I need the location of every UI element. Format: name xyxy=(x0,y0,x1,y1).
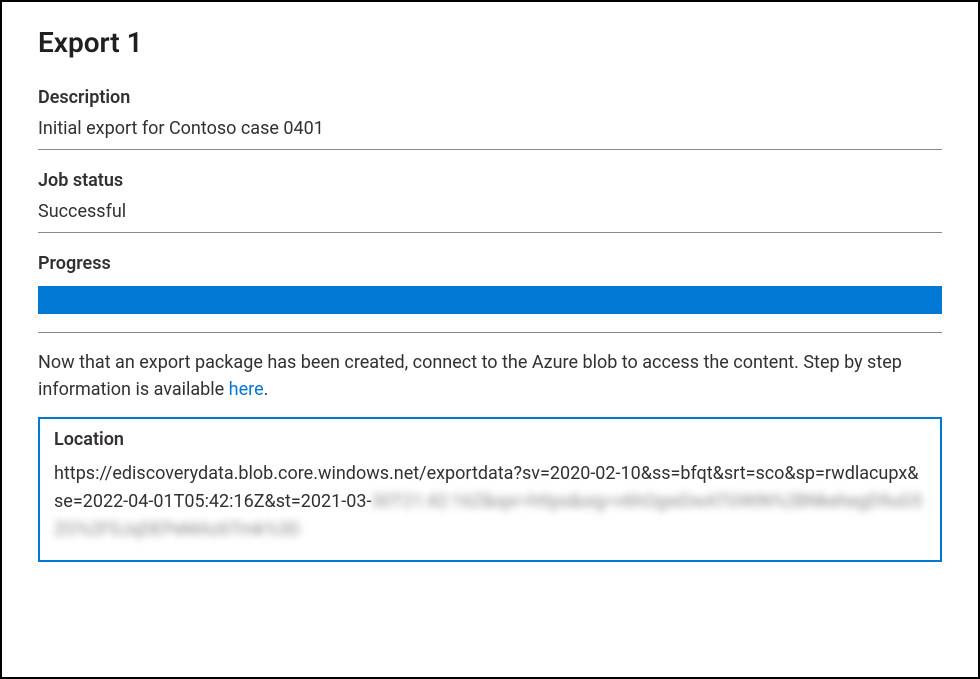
instructions-after: . xyxy=(264,379,269,400)
description-label: Description xyxy=(38,87,942,108)
progress-label: Progress xyxy=(38,253,942,274)
job-status-value: Successful xyxy=(38,201,942,233)
location-box: Location https://ediscoverydata.blob.cor… xyxy=(38,417,942,562)
progress-bar xyxy=(38,286,942,314)
instructions-before: Now that an export package has been crea… xyxy=(38,352,902,400)
page-title: Export 1 xyxy=(38,26,942,59)
description-value: Initial export for Contoso case 0401 xyxy=(38,118,942,150)
export-details-panel: Export 1 Description Initial export for … xyxy=(0,0,980,679)
job-status-field: Job status Successful xyxy=(38,170,942,233)
divider xyxy=(38,332,942,333)
location-label: Location xyxy=(54,429,926,450)
instructions-text: Now that an export package has been crea… xyxy=(38,349,942,403)
description-field: Description Initial export for Contoso c… xyxy=(38,87,942,150)
instructions-link[interactable]: here xyxy=(229,379,264,400)
location-value[interactable]: https://ediscoverydata.blob.core.windows… xyxy=(54,460,926,544)
job-status-label: Job status xyxy=(38,170,942,191)
progress-field: Progress xyxy=(38,253,942,314)
